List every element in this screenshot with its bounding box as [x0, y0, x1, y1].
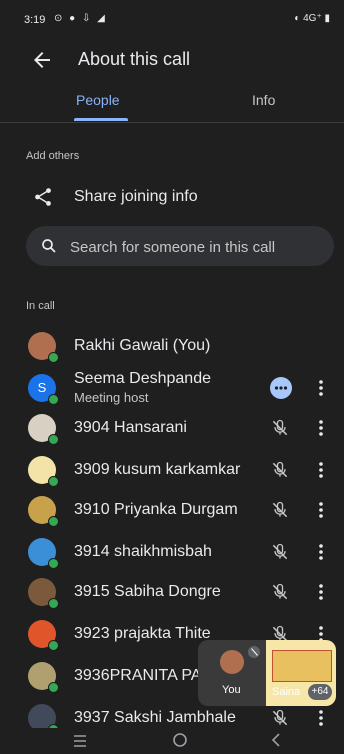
participant-name: 3909 kusum karkamkar: [74, 461, 241, 478]
pip-self-avatar: [220, 650, 244, 674]
more-options-icon[interactable]: [316, 582, 326, 602]
participant-row[interactable]: 3909 kusum karkamkar: [0, 450, 344, 490]
search-icon: [42, 239, 56, 253]
mic-off-icon: [272, 501, 288, 518]
online-indicator: [48, 640, 59, 651]
pip-other-label: Saina: [272, 686, 301, 698]
pip-self-label: You: [222, 684, 241, 696]
back-arrow-icon[interactable]: [30, 48, 54, 72]
participant-name: 3923 prajakta Thite: [74, 625, 211, 642]
mic-off-icon: [272, 419, 288, 436]
mic-off-icon: [272, 709, 288, 726]
more-options-icon[interactable]: [316, 460, 326, 480]
online-indicator: [48, 434, 59, 445]
pip-self-tile: You: [198, 640, 266, 706]
more-options-icon[interactable]: [316, 708, 326, 728]
tab-info[interactable]: Info: [252, 92, 275, 108]
participant-role: Meeting host: [74, 390, 149, 405]
online-indicator: [48, 352, 59, 363]
status-bar: 3:19 ⊙ ● ⇩ ◢ ◐ 4G⁺ ▮: [0, 0, 344, 38]
pip-other-tile: Saina +64: [266, 640, 336, 706]
pip-more-count: +64: [308, 684, 332, 700]
more-options-icon[interactable]: [316, 378, 326, 398]
share-joining-info-label: Share joining info: [74, 188, 198, 205]
participant-row[interactable]: 3915 Sabiha Dongre: [0, 572, 344, 612]
participant-name: Rakhi Gawali (You): [74, 337, 211, 354]
participant-name: 3937 Sakshi Jambhale: [74, 709, 236, 726]
speaking-indicator-icon: [270, 377, 292, 399]
tab-people[interactable]: People: [76, 92, 120, 108]
page-title: About this call: [78, 49, 191, 69]
online-indicator: [48, 558, 59, 569]
status-notification-icons: ⊙ ● ⇩ ◢: [54, 13, 107, 24]
status-time: 3:19: [24, 14, 46, 26]
picture-in-picture[interactable]: You Saina +64: [198, 640, 336, 706]
online-indicator: [48, 516, 59, 527]
participant-name: 3936PRANITA PA: [74, 667, 202, 684]
tab-selected-indicator: [74, 118, 128, 121]
online-indicator: [48, 476, 59, 487]
in-call-heading: In call: [26, 300, 55, 312]
more-options-icon[interactable]: [316, 418, 326, 438]
share-icon: [35, 188, 51, 206]
app-bar: About this call: [0, 40, 344, 80]
pip-shared-image: [272, 650, 332, 682]
nav-back-icon[interactable]: [270, 732, 282, 748]
participant-row[interactable]: 3910 Priyanka Durgam: [0, 490, 344, 530]
online-indicator: [48, 394, 59, 405]
system-nav-bar: [0, 728, 344, 754]
participant-row[interactable]: 3904 Hansarani: [0, 408, 344, 448]
status-system-icons: ◐ 4G⁺ ▮: [294, 13, 330, 24]
participant-name: 3915 Sabiha Dongre: [74, 583, 221, 600]
share-joining-info-button[interactable]: Share joining info: [0, 182, 344, 214]
participant-name: 3910 Priyanka Durgam: [74, 501, 238, 518]
participant-name: 3914 shaikhmisbah: [74, 543, 212, 560]
add-others-heading: Add others: [26, 150, 80, 162]
participant-row[interactable]: 3914 shaikhmisbah: [0, 532, 344, 572]
online-indicator: [48, 598, 59, 609]
online-indicator: [48, 682, 59, 693]
mic-off-icon: [272, 583, 288, 600]
more-options-icon[interactable]: [316, 542, 326, 562]
more-options-icon[interactable]: [316, 500, 326, 520]
home-icon[interactable]: [172, 732, 188, 748]
participant-name: Seema Deshpande: [74, 370, 211, 387]
search-bar: [26, 226, 334, 268]
participant-row[interactable]: Rakhi Gawali (You): [0, 326, 344, 366]
search-input[interactable]: [68, 226, 330, 268]
participant-row[interactable]: S Seema Deshpande Meeting host: [0, 368, 344, 408]
mic-off-icon: [248, 646, 260, 658]
recents-icon[interactable]: [72, 734, 88, 748]
mic-off-icon: [272, 543, 288, 560]
mic-off-icon: [272, 461, 288, 478]
tab-bar: People Info: [0, 86, 344, 123]
participant-name: 3904 Hansarani: [74, 419, 187, 436]
